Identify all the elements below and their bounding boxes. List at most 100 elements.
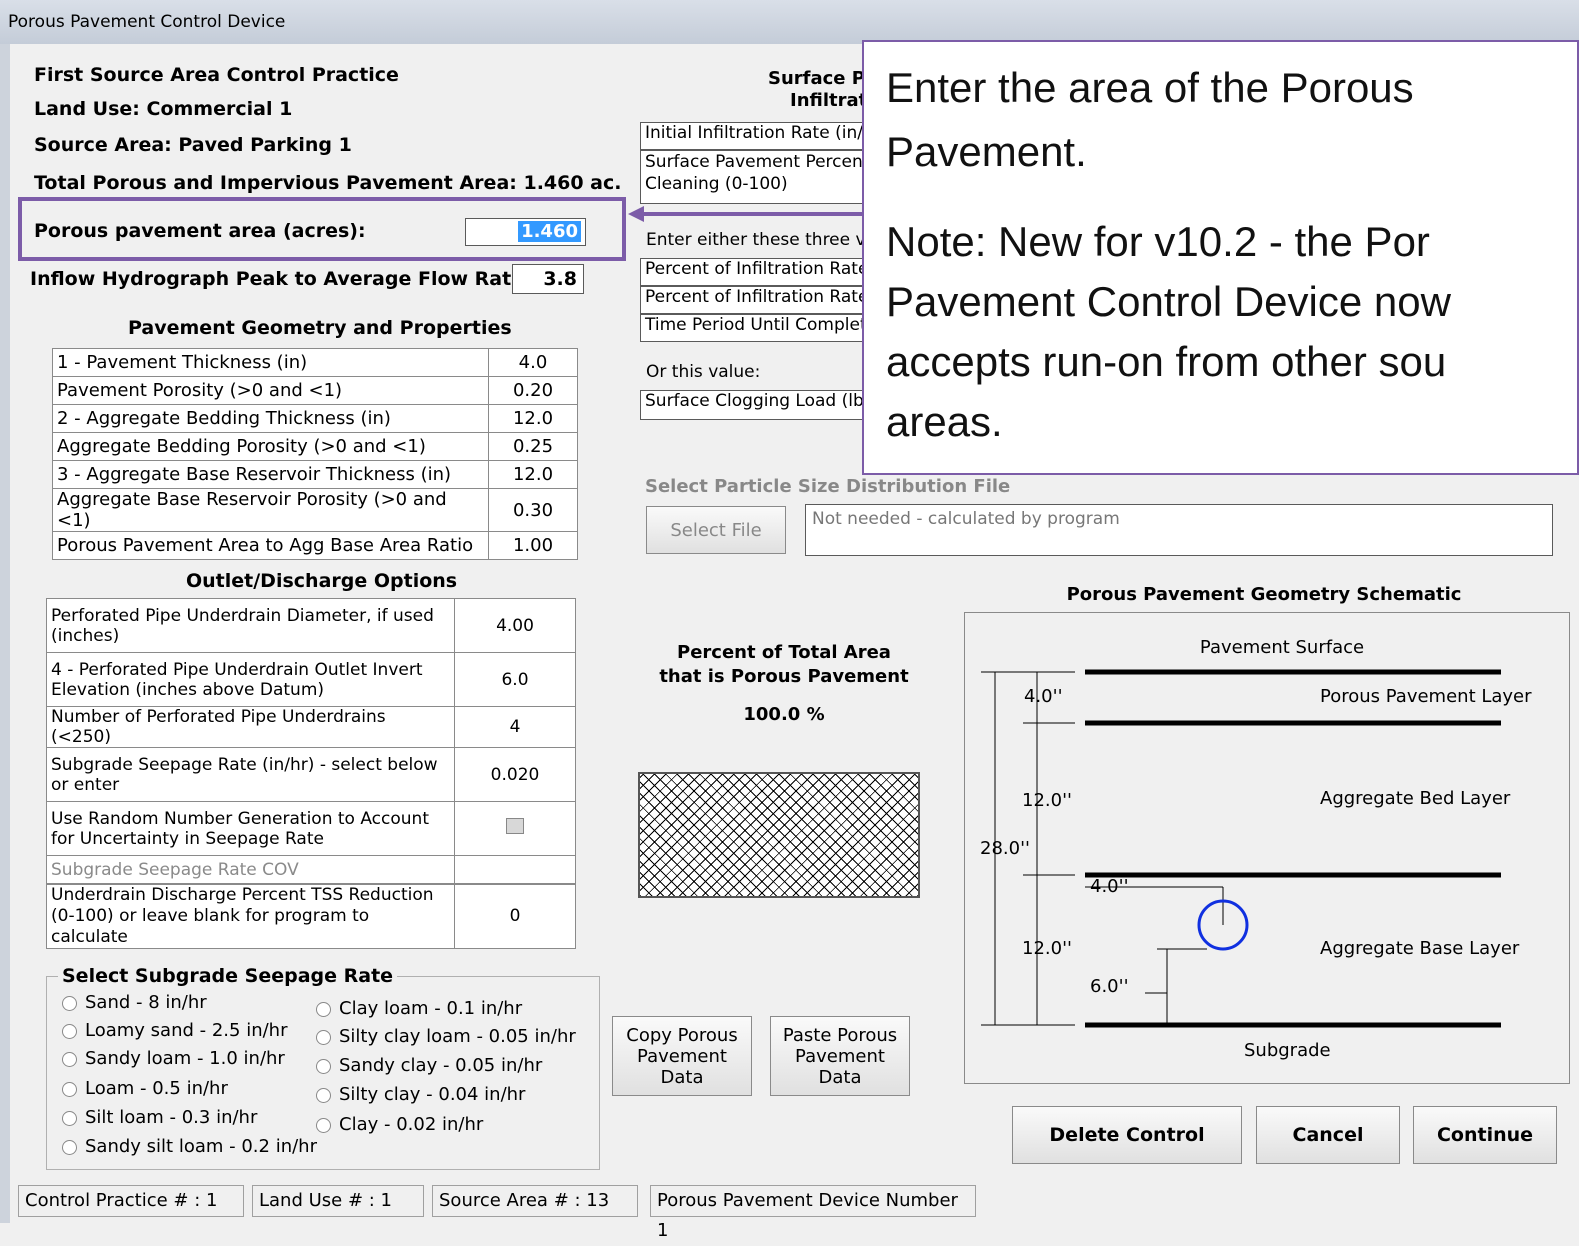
cell-label: 1 - Pavement Thickness (in) [52,348,489,377]
cell-label: Perforated Pipe Underdrain Diameter, if … [46,598,455,653]
cell-value[interactable]: 12.0 [488,404,578,433]
annotation-note-2: Pavement Control Device now [886,278,1451,325]
particle-file-field: Not needed - calculated by program [805,504,1553,556]
continue-button[interactable]: Continue [1413,1106,1557,1164]
infiltration-rate-row-2[interactable]: Percent of Infiltration Rate [640,286,870,314]
initial-infiltration-row[interactable]: Initial Infiltration Rate (in/h [640,122,870,150]
porous-area-value: 1.460 [518,221,581,242]
radio-silt-loam[interactable]: Silt loam - 0.3 in/hr [62,1107,257,1128]
subgrade-label: Subgrade [1244,1040,1331,1061]
table-row: Number of Perforated Pipe Underdrains (<… [46,706,576,748]
radio-button[interactable] [62,1081,77,1097]
radio-button[interactable] [316,1117,331,1133]
radio-button[interactable] [62,995,77,1011]
cell-label: Use Random Number Generation to Account … [46,801,455,856]
source-area-label: Source Area: Paved Parking 1 [34,134,352,156]
infiltration-rate-row-1[interactable]: Percent of Infiltration Rate [640,258,870,286]
cell-label: 2 - Aggregate Bedding Thickness (in) [52,404,489,433]
radio-silty-clay[interactable]: Silty clay - 0.04 in/hr [316,1084,525,1105]
bed-layer-label: Aggregate Bed Layer [1320,788,1511,809]
cell-value[interactable]: 0.020 [454,747,576,802]
cell-value[interactable]: 6.0 [454,652,576,707]
total-depth-label: 28.0'' [980,838,1030,859]
base-depth-label: 12.0'' [1022,938,1072,959]
radio-button[interactable] [316,1058,331,1074]
radio-button[interactable] [316,1029,331,1045]
radio-clay[interactable]: Clay - 0.02 in/hr [316,1114,483,1135]
status-land-use: Land Use # : 1 [252,1185,424,1217]
radio-button[interactable] [62,1139,77,1155]
cell-value[interactable]: 12.0 [488,460,578,489]
cell-value[interactable]: 0.30 [488,488,578,532]
radio-button[interactable] [316,1087,331,1103]
cell-value[interactable] [454,855,576,884]
radio-sandy-clay[interactable]: Sandy clay - 0.05 in/hr [316,1055,542,1076]
outlet-heading: Outlet/Discharge Options [186,570,458,592]
radio-loam[interactable]: Loam - 0.5 in/hr [62,1078,228,1099]
table-row: 3 - Aggregate Base Reservoir Thickness (… [52,460,578,489]
delete-control-button[interactable]: Delete Control [1012,1106,1242,1164]
control-practice-label: First Source Area Control Practice [34,64,399,86]
porous-area-label: Porous pavement area (acres): [34,220,366,242]
cell-label: Aggregate Base Reservoir Porosity (>0 an… [52,488,489,532]
callout-arrow [628,206,862,222]
pavement-cleaning-row[interactable]: Surface Pavement Percen Cleaning (0-100) [640,150,870,204]
cell-value[interactable]: 4.00 [454,598,576,653]
table-row: 2 - Aggregate Bedding Thickness (in) 12.0 [52,404,578,433]
radio-button[interactable] [62,1023,77,1039]
cell-label: Subgrade Seepage Rate COV [46,855,455,884]
tss-table: Underdrain Discharge Percent TSS Reducti… [46,884,576,949]
radio-clay-loam[interactable]: Clay loam - 0.1 in/hr [316,998,522,1019]
porous-area-hatch [638,772,920,898]
paste-porous-data-button[interactable]: Paste Porous Pavement Data [770,1016,910,1096]
inflow-input[interactable]: 3.8 [512,264,584,294]
radio-button[interactable] [62,1051,77,1067]
cell-value[interactable]: 4 [454,706,576,748]
inflow-label: Inflow Hydrograph Peak to Average Flow R… [30,268,531,290]
cell-value[interactable]: 0.20 [488,376,578,405]
random-checkbox-cell[interactable] [454,801,576,856]
annotation-line-2: Pavement. [886,128,1087,175]
radio-sandy-silt-loam[interactable]: Sandy silt loam - 0.2 in/hr [62,1136,317,1157]
cell-value[interactable]: 1.00 [488,531,578,560]
porous-area-input[interactable]: 1.460 [465,218,586,246]
porous-layer-label: Porous Pavement Layer [1320,686,1532,707]
annotation-note-4: areas. [886,398,1003,445]
random-checkbox[interactable] [506,818,524,834]
percent-label-1: Percent of Total Area [677,642,891,663]
radio-loamy-sand[interactable]: Loamy sand - 2.5 in/hr [62,1020,287,1041]
radio-sandy-loam[interactable]: Sandy loam - 1.0 in/hr [62,1048,285,1069]
table-row: Aggregate Bedding Porosity (>0 and <1) 0.… [52,432,578,461]
percent-value: 100.0 % [743,704,825,725]
status-source-area: Source Area # : 13 [432,1185,638,1217]
select-file-button[interactable]: Select File [646,506,786,554]
table-row: Perforated Pipe Underdrain Diameter, if … [46,598,576,653]
pipe-diameter-label: 4.0'' [1090,876,1129,897]
cell-value[interactable]: 4.0 [488,348,578,377]
table-row: Subgrade Seepage Rate (in/hr) - select b… [46,747,576,802]
clogging-load-row[interactable]: Surface Clogging Load (lb [640,390,870,420]
annotation-note-3: accepts run-on from other sou [886,338,1447,385]
geometry-heading: Pavement Geometry and Properties [128,317,512,339]
radio-button[interactable] [62,1110,77,1126]
pavement-depth-label: 4.0'' [1024,686,1063,707]
cancel-button[interactable]: Cancel [1256,1106,1400,1164]
percent-label-2: that is Porous Pavement [659,666,909,687]
cell-label: 4 - Perforated Pipe Underdrain Outlet In… [46,652,455,707]
or-label: Or this value: [646,362,761,382]
window-left-edge [0,44,10,1223]
time-period-row[interactable]: Time Period Until Complet [640,314,870,342]
schematic-panel [964,612,1570,1084]
tss-value[interactable]: 0 [454,884,576,949]
radio-button[interactable] [316,1001,331,1017]
cell-value[interactable]: 0.25 [488,432,578,461]
cell-label: Porous Pavement Area to Agg Base Area Ra… [52,531,489,560]
table-row: Pavement Porosity (>0 and <1) 0.20 [52,376,578,405]
geometry-table: 1 - Pavement Thickness (in) 4.0 Pavement … [52,348,578,560]
surface-heading: Surface P [768,68,865,89]
radio-silty-clay-loam[interactable]: Silty clay loam - 0.05 in/hr [316,1026,576,1047]
radio-sand[interactable]: Sand - 8 in/hr [62,992,207,1013]
cell-label: Aggregate Bedding Porosity (>0 and <1) [52,432,489,461]
copy-porous-data-button[interactable]: Copy Porous Pavement Data [612,1016,752,1096]
tss-label: Underdrain Discharge Percent TSS Reducti… [46,884,455,949]
